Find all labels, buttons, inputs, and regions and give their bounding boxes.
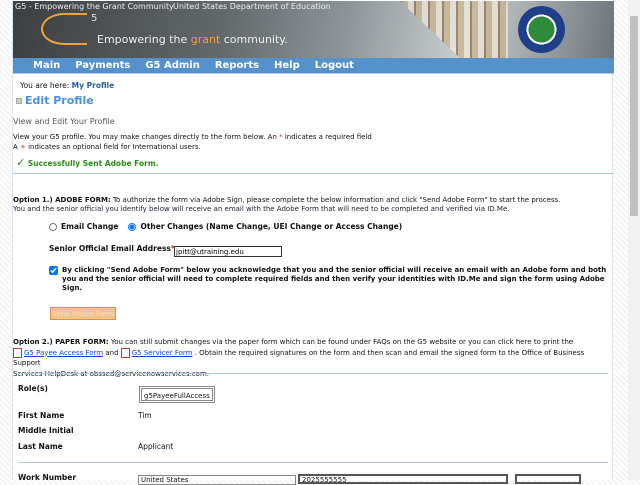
- nav-main[interactable]: Main: [33, 58, 60, 73]
- divider: [18, 373, 608, 374]
- divider: [18, 462, 608, 463]
- department-seal-icon: [518, 6, 565, 53]
- nav-reports[interactable]: Reports: [215, 58, 259, 73]
- intro-text: View your G5 profile. You may make chang…: [13, 133, 372, 151]
- send-adobe-form-button[interactable]: Send Adobe Form: [50, 307, 116, 320]
- first-name-label: First Name: [18, 411, 65, 420]
- last-name-label: Last Name: [18, 442, 63, 451]
- acknowledge-checkbox[interactable]: [49, 266, 58, 275]
- acknowledge-text: By clicking "Send Adobe Form" below you …: [62, 266, 607, 292]
- work-number-input[interactable]: 2025555555: [298, 474, 508, 484]
- servicer-form-link[interactable]: G5 Servicer Form: [132, 349, 193, 357]
- work-country-select[interactable]: United States: [138, 475, 296, 485]
- radio-other-changes[interactable]: [128, 222, 137, 231]
- roles-listbox[interactable]: g5PayeeFullAccess: [139, 386, 215, 403]
- success-message: ✓ Successfully Sent Adobe Form.: [16, 156, 159, 169]
- nav-payments[interactable]: Payments: [75, 58, 130, 73]
- work-number-label: Work Number: [18, 473, 77, 482]
- payee-access-form-link[interactable]: G5 Payee Access Form: [24, 349, 103, 357]
- expand-icon[interactable]: [16, 98, 22, 104]
- g5-logo-alt: G5 - Empowering the Grant Community: [15, 2, 174, 11]
- senior-email-input[interactable]: [174, 246, 282, 257]
- tagline: Empowering the grant community.: [97, 33, 288, 46]
- senior-email-label: Senior Official Email Address*: [49, 244, 175, 253]
- g5-logo-number: 5: [91, 13, 98, 24]
- pdf-icon: [120, 347, 130, 358]
- breadcrumb-my-profile[interactable]: My Profile: [72, 81, 115, 90]
- scrollbar-thumb[interactable]: [630, 16, 638, 216]
- middle-initial-label: Middle Initial: [18, 426, 74, 435]
- nav-help[interactable]: Help: [274, 58, 300, 73]
- nav-g5-admin[interactable]: G5 Admin: [145, 58, 200, 73]
- subtitle: View and Edit Your Profile: [13, 117, 115, 126]
- scrollbar[interactable]: [628, 0, 640, 480]
- option1-text: Option 1.) ADOBE FORM: To authorize the …: [13, 196, 561, 213]
- divider: [13, 173, 614, 174]
- department-logo-alt: United States Department of Education: [173, 2, 331, 11]
- nav-logout[interactable]: Logout: [315, 58, 354, 73]
- page-title: Edit Profile: [16, 94, 94, 107]
- change-type-radios: Email Change Other Changes (Name Change,…: [49, 222, 402, 231]
- pdf-icon: [13, 347, 22, 358]
- radio-email-change[interactable]: [49, 222, 57, 231]
- roles-label: Role(s): [18, 384, 48, 393]
- main-nav: Main Payments G5 Admin Reports Help Logo…: [13, 58, 614, 74]
- library-image: [400, 1, 508, 58]
- first-name-value: Tim: [138, 411, 152, 420]
- page: G5 - Empowering the Grant Community Unit…: [12, 0, 614, 485]
- header-banner: G5 - Empowering the Grant Community Unit…: [13, 1, 614, 58]
- last-name-value: Applicant: [138, 442, 174, 451]
- work-extension-input[interactable]: [515, 474, 581, 484]
- breadcrumb: You are here: My Profile: [20, 81, 115, 90]
- check-icon: ✓: [16, 156, 26, 169]
- g5-logo: [41, 13, 87, 45]
